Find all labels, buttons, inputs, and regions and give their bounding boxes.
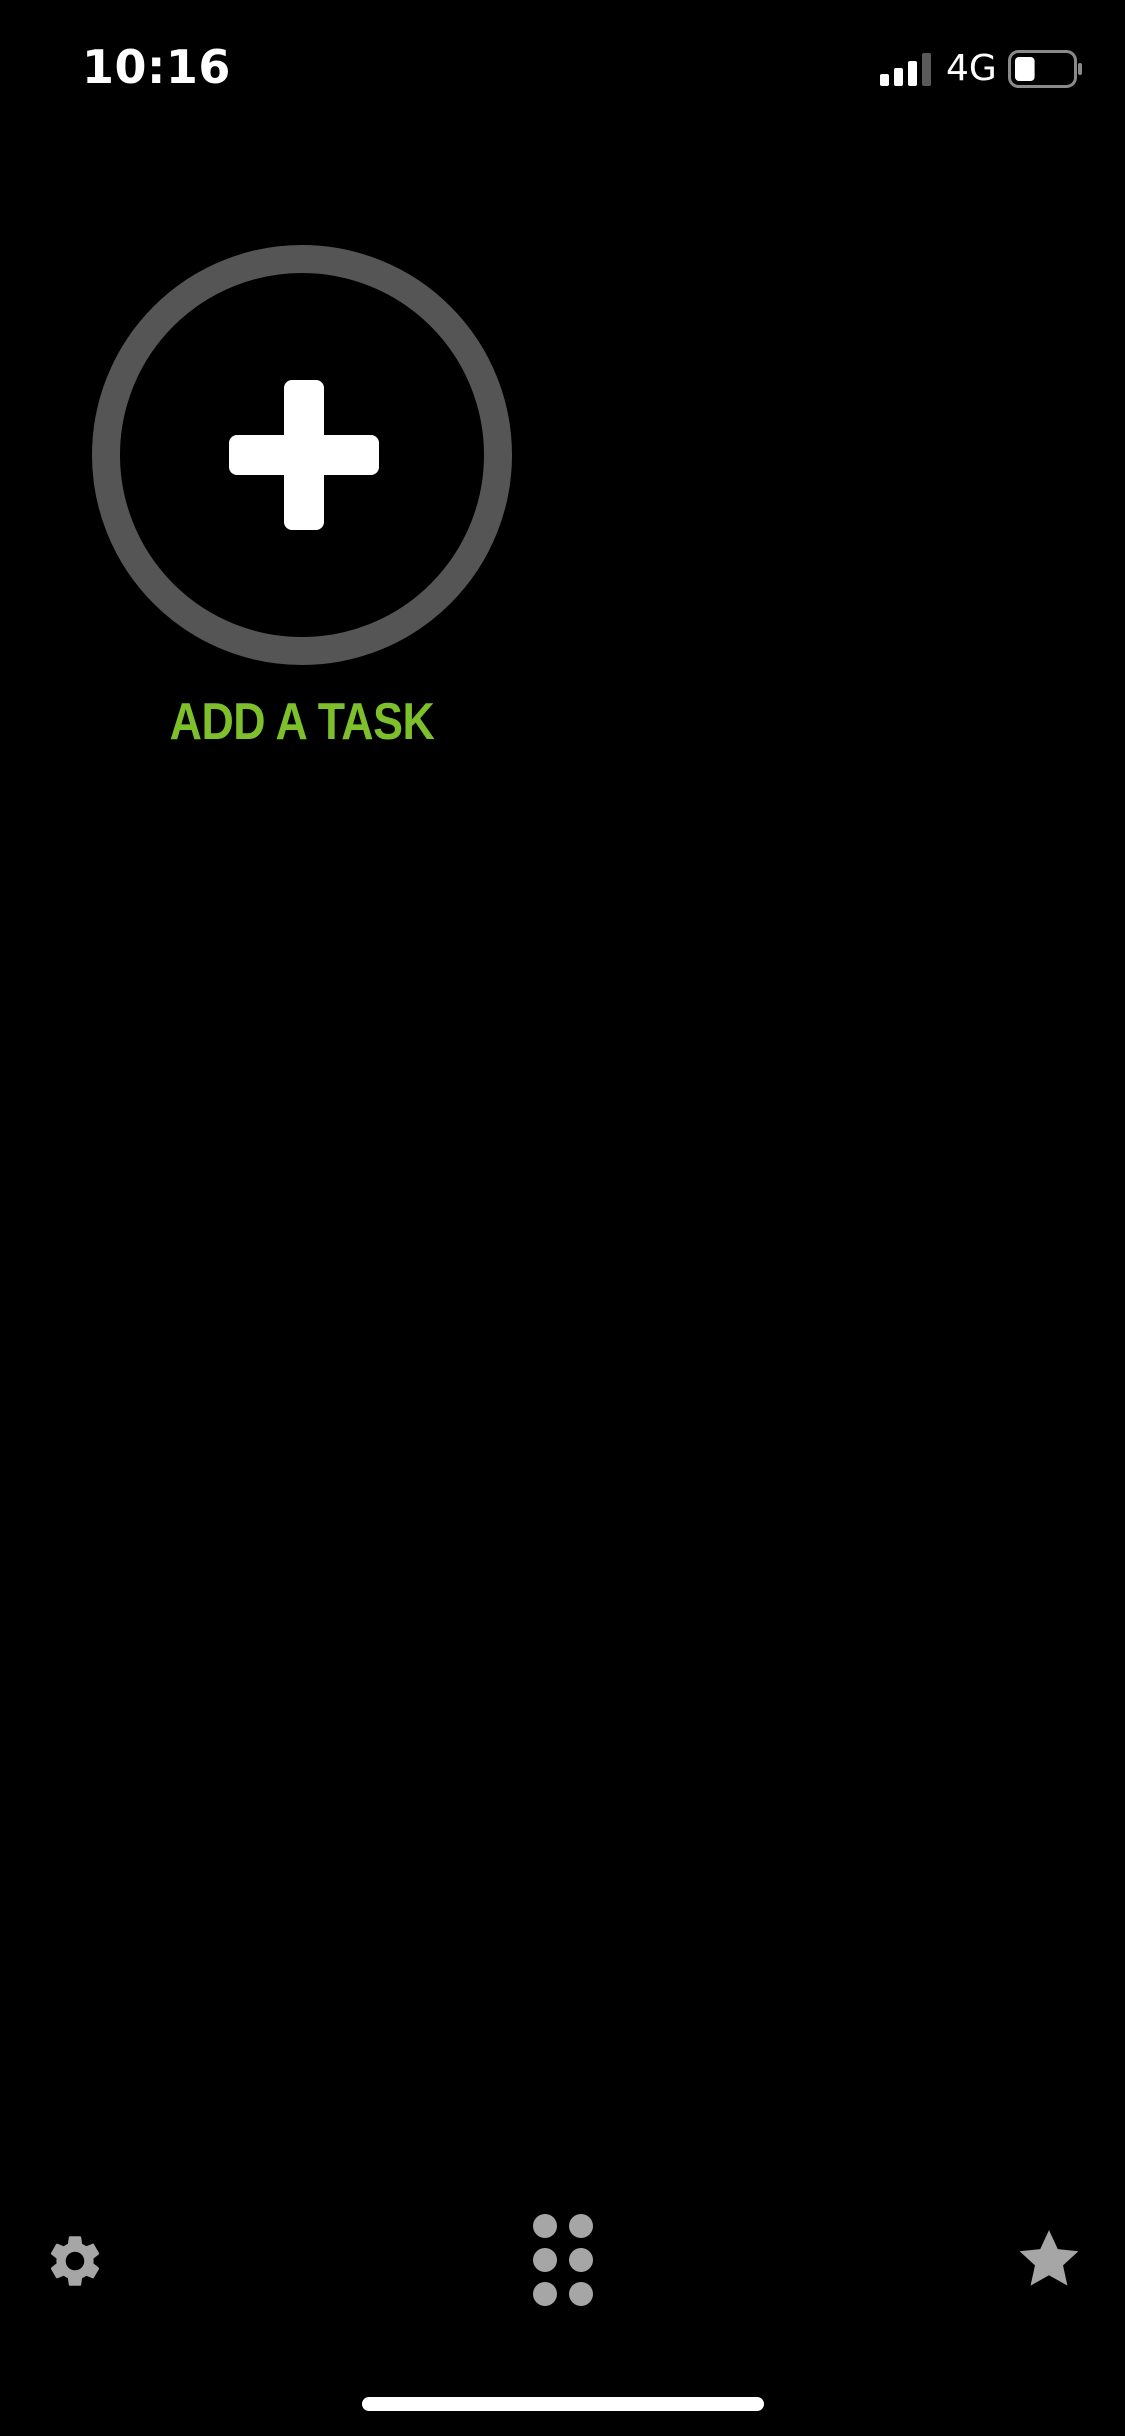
- plus-icon: [92, 245, 512, 665]
- app-screen: 10:16 4G ADD A TASK: [0, 0, 1125, 2436]
- signal-bars-icon: [880, 52, 934, 86]
- favorites-button[interactable]: [1016, 2226, 1082, 2292]
- menu-grid-button[interactable]: [530, 2210, 596, 2310]
- add-task-label[interactable]: ADD A TASK: [121, 692, 482, 752]
- status-time: 10:16: [82, 40, 231, 94]
- network-type-label: 4G: [946, 48, 997, 89]
- battery-icon: [1008, 50, 1084, 88]
- add-task-button[interactable]: [92, 245, 512, 665]
- grid-dots-icon: [533, 2214, 593, 2306]
- gear-icon: [50, 2236, 100, 2286]
- star-icon: [1019, 2230, 1079, 2286]
- home-indicator[interactable]: [362, 2397, 764, 2411]
- settings-button[interactable]: [44, 2230, 106, 2292]
